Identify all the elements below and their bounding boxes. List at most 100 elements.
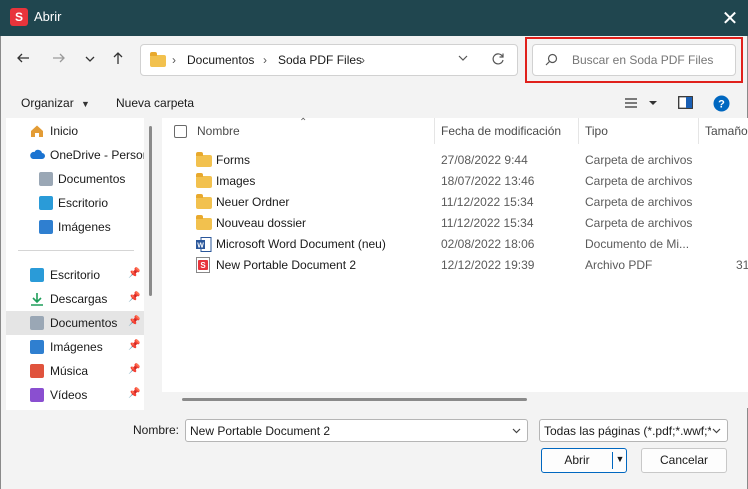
organize-label: Organizar <box>21 96 74 110</box>
nav-item-label: Documentos <box>50 316 118 330</box>
recent-locations-chevron-icon[interactable] <box>79 49 101 71</box>
file-list: ⌃ Nombre Fecha de modificación Tipo Tama… <box>162 117 748 392</box>
nav-item-onedrive[interactable]: OneDrive - Person <box>6 143 144 167</box>
open-button-label: Abrir <box>564 453 590 467</box>
file-row-word-document[interactable]: W Microsoft Word Document (neu) 02/08/20… <box>192 234 748 255</box>
pin-icon[interactable]: 📌 <box>128 388 140 399</box>
file-name: Forms <box>216 153 250 167</box>
help-icon[interactable]: ? <box>713 95 730 115</box>
pin-icon[interactable]: 📌 <box>128 340 140 351</box>
split-divider <box>612 452 613 469</box>
file-date: 27/08/2022 9:44 <box>441 153 528 167</box>
nav-item-label: Imágenes <box>58 220 111 234</box>
word-icon: W <box>196 237 212 255</box>
nav-item-documentos[interactable]: Documentos 📌 <box>6 311 144 335</box>
search-icon <box>545 53 558 69</box>
folder-icon <box>196 152 212 167</box>
folder-icon <box>150 52 166 67</box>
file-date: 18/07/2022 13:46 <box>441 174 535 188</box>
nav-item-label: Escritorio <box>50 268 101 282</box>
nav-item-label: Descargas <box>50 292 108 306</box>
cancel-button[interactable]: Cancelar <box>641 448 727 473</box>
preview-pane-icon[interactable] <box>678 96 693 112</box>
nav-item-videos[interactable]: Vídeos 📌 <box>6 383 144 407</box>
address-dropdown-chevron-icon[interactable] <box>457 52 469 67</box>
column-separator[interactable] <box>698 118 699 144</box>
column-header-size[interactable]: Tamaño <box>705 124 748 138</box>
file-type-filter-value: Todas las páginas (*.pdf;*.wwf;* <box>544 424 713 438</box>
file-row-portable-document[interactable]: S New Portable Document 2 12/12/2022 19:… <box>192 255 748 276</box>
back-arrow-icon[interactable] <box>12 49 34 71</box>
nav-pane-scrollbar[interactable] <box>146 118 156 410</box>
chevron-down-icon[interactable] <box>511 425 522 439</box>
nav-item-label: Música <box>50 364 89 378</box>
nav-item-documentos-onedrive[interactable]: Documentos <box>6 167 144 191</box>
column-header-date[interactable]: Fecha de modificación <box>441 124 561 138</box>
nav-item-escritorio-onedrive[interactable]: Escritorio <box>6 191 144 215</box>
up-arrow-icon[interactable] <box>107 49 129 71</box>
cloud-icon <box>29 148 45 162</box>
file-date: 02/08/2022 18:06 <box>441 237 535 251</box>
forward-arrow-icon[interactable] <box>48 49 70 71</box>
soda-pdf-app-icon: S <box>10 8 28 26</box>
scrollbar-thumb[interactable] <box>149 126 152 296</box>
column-header-name[interactable]: Nombre <box>197 124 240 138</box>
nav-item-descargas[interactable]: Descargas 📌 <box>6 287 144 311</box>
pin-icon[interactable]: 📌 <box>128 316 140 327</box>
file-row-images[interactable]: Images 18/07/2022 13:46 Carpeta de archi… <box>192 171 748 192</box>
nav-item-imagenes[interactable]: Imágenes 📌 <box>6 335 144 359</box>
file-name-value: New Portable Document 2 <box>190 424 331 438</box>
file-type: Documento de Mi... <box>585 237 690 251</box>
nav-item-inicio[interactable]: Inicio <box>6 119 144 143</box>
nav-divider <box>18 250 134 251</box>
desktop-icon <box>30 268 44 282</box>
file-name-combobox[interactable]: New Portable Document 2 <box>185 419 528 442</box>
nav-item-musica[interactable]: Música 📌 <box>6 359 144 383</box>
nav-item-label: Escritorio <box>58 196 109 210</box>
file-row-nouveau-dossier[interactable]: Nouveau dossier 11/12/2022 15:34 Carpeta… <box>192 213 748 234</box>
pin-icon[interactable]: 📌 <box>128 364 140 375</box>
file-type-filter-select[interactable]: Todas las páginas (*.pdf;*.wwf;* <box>539 419 728 442</box>
nav-item-imagenes-onedrive[interactable]: Imágenes <box>6 215 144 239</box>
column-header-type[interactable]: Tipo <box>585 124 608 138</box>
new-folder-button[interactable]: Nueva carpeta <box>116 96 194 110</box>
file-name-label: Nombre: <box>133 423 180 437</box>
search-placeholder: Buscar en Soda PDF Files <box>572 53 714 67</box>
scrollbar-thumb[interactable] <box>182 398 527 401</box>
address-bar[interactable]: › Documentos › Soda PDF Files › <box>140 44 518 76</box>
document-icon <box>30 316 44 330</box>
svg-text:S: S <box>200 261 206 270</box>
organize-button[interactable]: Organizar ▼ <box>21 96 90 110</box>
desktop-icon <box>39 196 53 210</box>
nav-item-escritorio[interactable]: Escritorio 📌 <box>6 263 144 287</box>
title-bar: S Abrir ✕ <box>0 0 748 36</box>
column-separator[interactable] <box>434 118 435 144</box>
chevron-down-icon[interactable] <box>711 425 727 438</box>
select-all-checkbox[interactable] <box>174 125 187 138</box>
open-options-chevron-icon[interactable]: ▼ <box>614 448 626 471</box>
file-name: Images <box>216 174 256 188</box>
close-icon[interactable]: ✕ <box>718 6 742 30</box>
file-type: Carpeta de archivos <box>585 174 693 188</box>
pin-icon[interactable]: 📌 <box>128 268 140 279</box>
refresh-icon[interactable] <box>491 52 505 69</box>
file-name: Neuer Ordner <box>216 195 290 209</box>
file-list-horizontal-scrollbar[interactable] <box>162 392 748 408</box>
image-icon <box>30 340 44 354</box>
open-button[interactable]: Abrir ▼ <box>541 448 627 473</box>
navigation-pane: Inicio OneDrive - Person Documentos Escr… <box>6 118 144 410</box>
pdf-icon: S <box>196 257 211 276</box>
music-icon <box>30 364 44 378</box>
file-row-forms[interactable]: Forms 27/08/2022 9:44 Carpeta de archivo… <box>192 150 748 171</box>
file-row-neuer-ordner[interactable]: Neuer Ordner 11/12/2022 15:34 Carpeta de… <box>192 192 748 213</box>
pin-icon[interactable]: 📌 <box>128 292 140 303</box>
breadcrumb-soda-pdf-files[interactable]: Soda PDF Files <box>278 53 362 67</box>
nav-item-label: OneDrive - Person <box>50 148 144 162</box>
column-separator[interactable] <box>578 118 579 144</box>
file-name: Nouveau dossier <box>216 216 307 230</box>
file-date: 11/12/2022 15:34 <box>441 195 534 209</box>
file-type: Carpeta de archivos <box>585 216 693 230</box>
svg-text:?: ? <box>718 99 725 111</box>
breadcrumb-documentos[interactable]: Documentos <box>187 53 254 67</box>
view-options-icon[interactable] <box>624 96 658 113</box>
